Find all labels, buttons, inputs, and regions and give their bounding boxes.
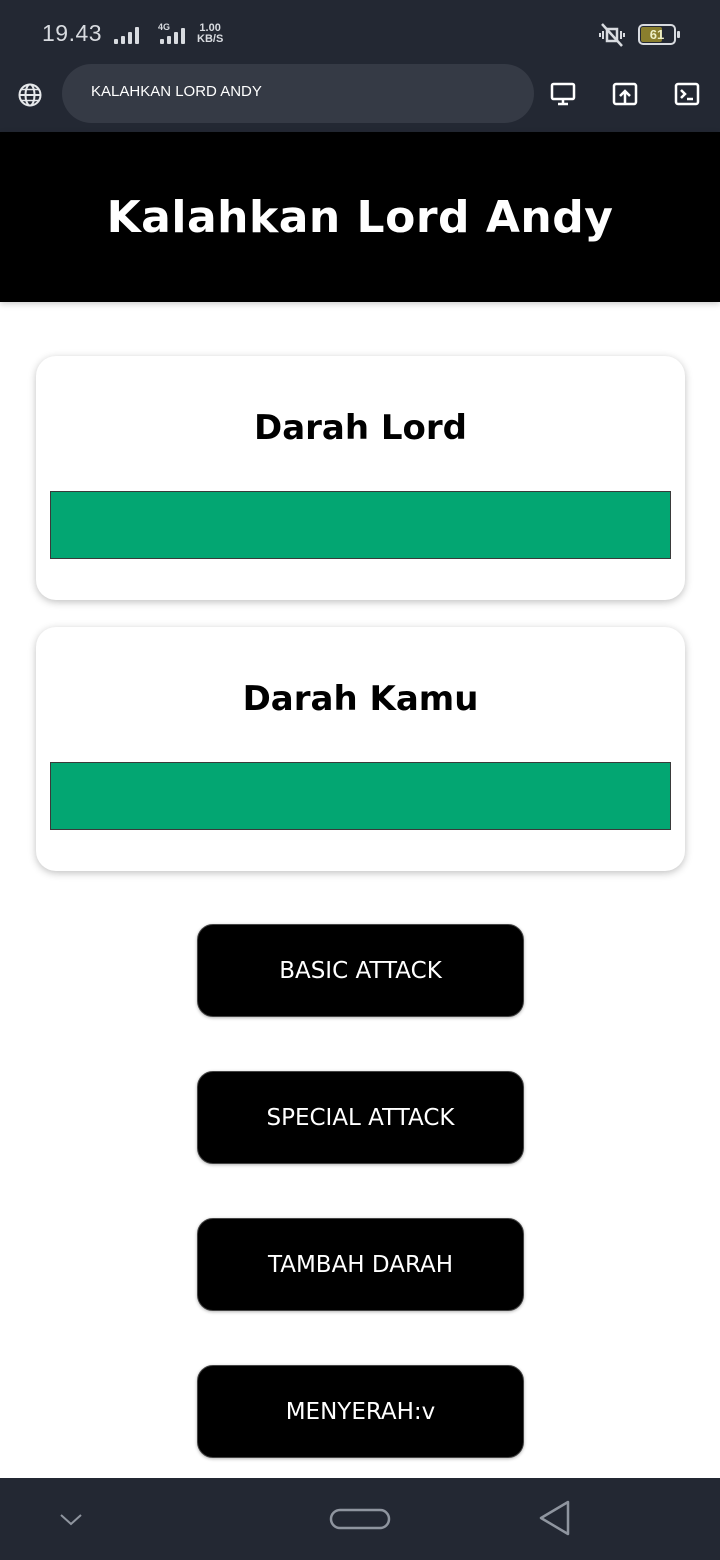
basic-attack-button[interactable]: BASIC ATTACK <box>197 924 524 1017</box>
status-bar: 19.43 4G 1.00 KB/S 61 <box>0 0 720 66</box>
heal-button[interactable]: TAMBAH DARAH <box>197 1218 524 1311</box>
system-nav-bar <box>0 1478 720 1560</box>
network-speed: 1.00 KB/S <box>197 23 223 45</box>
lord-health-bar <box>50 491 671 559</box>
surrender-button[interactable]: MENYERAH:v <box>197 1365 524 1458</box>
lord-health-card: Darah Lord <box>36 356 685 600</box>
vibrate-mute-icon <box>599 23 625 47</box>
lord-health-fill <box>51 492 670 558</box>
player-health-title: Darah Kamu <box>242 679 479 719</box>
globe-icon[interactable] <box>17 82 43 108</box>
terminal-icon[interactable] <box>673 80 701 108</box>
status-time: 19.43 <box>42 20 103 46</box>
page-header: Kalahkan Lord Andy <box>0 132 720 302</box>
page-title: Kalahkan Lord Andy <box>106 191 614 243</box>
desktop-site-icon[interactable] <box>549 80 577 108</box>
network-speed-unit: KB/S <box>197 33 224 45</box>
player-health-bar <box>50 762 671 830</box>
address-bar[interactable]: KALAHKAN LORD ANDY <box>62 64 534 123</box>
address-bar-text: KALAHKAN LORD ANDY <box>91 83 262 100</box>
open-external-icon[interactable] <box>611 80 639 108</box>
chevron-down-icon[interactable] <box>58 1506 84 1532</box>
signal-strength-icon <box>114 24 139 44</box>
mobile-data-signal-icon <box>160 28 185 44</box>
player-health-card: Darah Kamu <box>36 627 685 871</box>
player-health-fill <box>51 763 670 829</box>
lord-health-title: Darah Lord <box>253 408 468 448</box>
battery-icon: 61 <box>638 24 680 45</box>
back-triangle-icon[interactable] <box>536 1498 574 1538</box>
battery-percent: 61 <box>649 27 665 42</box>
home-pill-icon[interactable] <box>329 1504 391 1534</box>
special-attack-button[interactable]: SPECIAL ATTACK <box>197 1071 524 1164</box>
browser-toolbar: KALAHKAN LORD ANDY <box>0 64 720 132</box>
